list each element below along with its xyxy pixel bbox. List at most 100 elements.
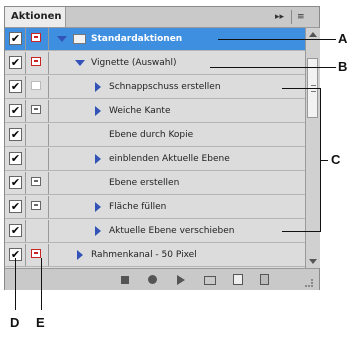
resize-grip-icon[interactable]	[305, 279, 313, 287]
column-divider	[25, 76, 26, 98]
column-divider	[25, 100, 26, 122]
column-divider	[25, 52, 26, 74]
dialog-toggle-cell[interactable]	[29, 52, 46, 74]
action-row[interactable]: ✔ Ebene erstellen	[5, 172, 305, 195]
panel-toolbar	[5, 268, 319, 290]
column-divider	[48, 76, 49, 98]
new-set-icon[interactable]	[204, 276, 216, 285]
tab-aktionen[interactable]: Aktionen	[5, 7, 66, 27]
folder-icon	[73, 34, 86, 44]
dialog-toggle-cell[interactable]	[29, 76, 46, 98]
toggle-item-cell[interactable]: ✔	[7, 124, 24, 146]
action-label: einblenden Aktuelle Ebene	[109, 154, 230, 164]
scrollbar[interactable]	[305, 28, 320, 268]
action-row[interactable]: ✔ einblenden Aktuelle Ebene	[5, 148, 305, 171]
callout-a: A	[338, 31, 348, 46]
dialog-icon[interactable]	[31, 249, 41, 258]
scroll-up-icon[interactable]	[309, 32, 317, 37]
checkmark-icon[interactable]: ✔	[9, 32, 22, 45]
action-label: Rahmenkanal - 50 Pixel	[91, 250, 197, 260]
action-row[interactable]: ✔ Schnappschuss erstellen	[5, 76, 305, 99]
fast-forward-icon[interactable]: ▸▸	[275, 10, 284, 24]
dialog-toggle-cell[interactable]	[29, 28, 46, 50]
actions-panel: Aktionen ▸▸ ≡ ✔ Standardaktionen ✔ Vignette…	[4, 6, 320, 290]
column-divider	[48, 172, 49, 194]
toggle-item-cell[interactable]: ✔	[7, 220, 24, 242]
dialog-toggle-cell[interactable]	[29, 244, 46, 266]
callout-d: D	[10, 315, 20, 330]
expand-down-icon[interactable]	[75, 60, 85, 66]
expand-right-icon[interactable]	[95, 226, 101, 236]
dialog-icon[interactable]	[31, 33, 41, 42]
toggle-item-cell[interactable]: ✔	[7, 196, 24, 218]
checkmark-icon[interactable]: ✔	[9, 104, 22, 117]
dialog-icon[interactable]	[31, 81, 41, 90]
callout-line-a	[218, 39, 336, 40]
action-row[interactable]: ✔ Vignette (Auswahl)	[5, 52, 305, 75]
expand-right-icon[interactable]	[95, 106, 101, 116]
checkmark-icon[interactable]: ✔	[9, 80, 22, 93]
grip-icon	[311, 85, 316, 86]
column-divider	[25, 196, 26, 218]
toggle-item-cell[interactable]: ✔	[7, 52, 24, 74]
dialog-toggle-cell[interactable]	[29, 100, 46, 122]
toggle-item-cell[interactable]: ✔	[7, 172, 24, 194]
toggle-item-cell[interactable]: ✔	[7, 76, 24, 98]
dialog-toggle-cell[interactable]	[29, 124, 46, 146]
action-row[interactable]: ✔ Weiche Kante	[5, 100, 305, 123]
toggle-item-cell[interactable]: ✔	[7, 148, 24, 170]
column-divider	[48, 100, 49, 122]
column-divider	[25, 28, 26, 50]
dialog-icon[interactable]	[31, 177, 41, 186]
stop-icon[interactable]	[121, 276, 129, 284]
checkmark-icon[interactable]: ✔	[9, 224, 22, 237]
action-row[interactable]: ✔ Fläche füllen	[5, 196, 305, 219]
action-label: Fläche füllen	[109, 202, 167, 212]
checkmark-icon[interactable]: ✔	[9, 176, 22, 189]
expand-right-icon[interactable]	[77, 250, 83, 260]
dialog-toggle-cell[interactable]	[29, 196, 46, 218]
callout-line-e	[41, 258, 42, 310]
callout-line-c-bottom	[282, 231, 320, 232]
dialog-toggle-cell[interactable]	[29, 172, 46, 194]
toggle-item-cell[interactable]: ✔	[7, 100, 24, 122]
column-divider	[25, 148, 26, 170]
column-divider	[48, 28, 49, 50]
expand-right-icon[interactable]	[95, 202, 101, 212]
dialog-toggle-cell[interactable]	[29, 220, 46, 242]
dialog-icon[interactable]	[31, 201, 41, 210]
checkmark-icon[interactable]: ✔	[9, 200, 22, 213]
action-label: Standardaktionen	[91, 34, 183, 44]
new-action-icon[interactable]	[233, 274, 243, 285]
action-row[interactable]: ✔ Ebene durch Kopie	[5, 124, 305, 147]
expand-right-icon[interactable]	[95, 154, 101, 164]
callout-line-c-top	[282, 88, 320, 89]
panel-tab-bar: Aktionen ▸▸ ≡	[5, 7, 319, 28]
scroll-down-icon[interactable]	[309, 259, 317, 264]
checkmark-icon[interactable]: ✔	[9, 152, 22, 165]
dialog-icon[interactable]	[31, 57, 41, 66]
callout-line-d	[15, 258, 16, 310]
toggle-item-cell[interactable]: ✔	[7, 28, 24, 50]
action-label: Ebene durch Kopie	[109, 130, 194, 140]
play-icon[interactable]	[177, 275, 185, 285]
callout-e: E	[36, 315, 45, 330]
panel-menu-icon[interactable]: ≡	[297, 10, 305, 24]
action-row[interactable]: ✔ Rahmenkanal - 50 Pixel	[5, 244, 305, 267]
expand-right-icon[interactable]	[95, 82, 101, 92]
expand-down-icon[interactable]	[57, 36, 67, 42]
dialog-toggle-cell[interactable]	[29, 148, 46, 170]
tab-separator	[291, 10, 292, 24]
callout-line-b	[210, 67, 336, 68]
column-divider	[48, 148, 49, 170]
checkmark-icon[interactable]: ✔	[9, 128, 22, 141]
column-divider	[25, 124, 26, 146]
checkmark-icon[interactable]: ✔	[9, 56, 22, 69]
dialog-icon[interactable]	[31, 105, 41, 114]
action-label: Aktuelle Ebene verschieben	[109, 226, 235, 236]
trash-icon[interactable]	[260, 274, 269, 285]
action-row[interactable]: ✔ Aktuelle Ebene verschieben	[5, 220, 305, 243]
column-divider	[25, 220, 26, 242]
callout-c: C	[331, 152, 341, 167]
record-icon[interactable]	[148, 275, 157, 284]
